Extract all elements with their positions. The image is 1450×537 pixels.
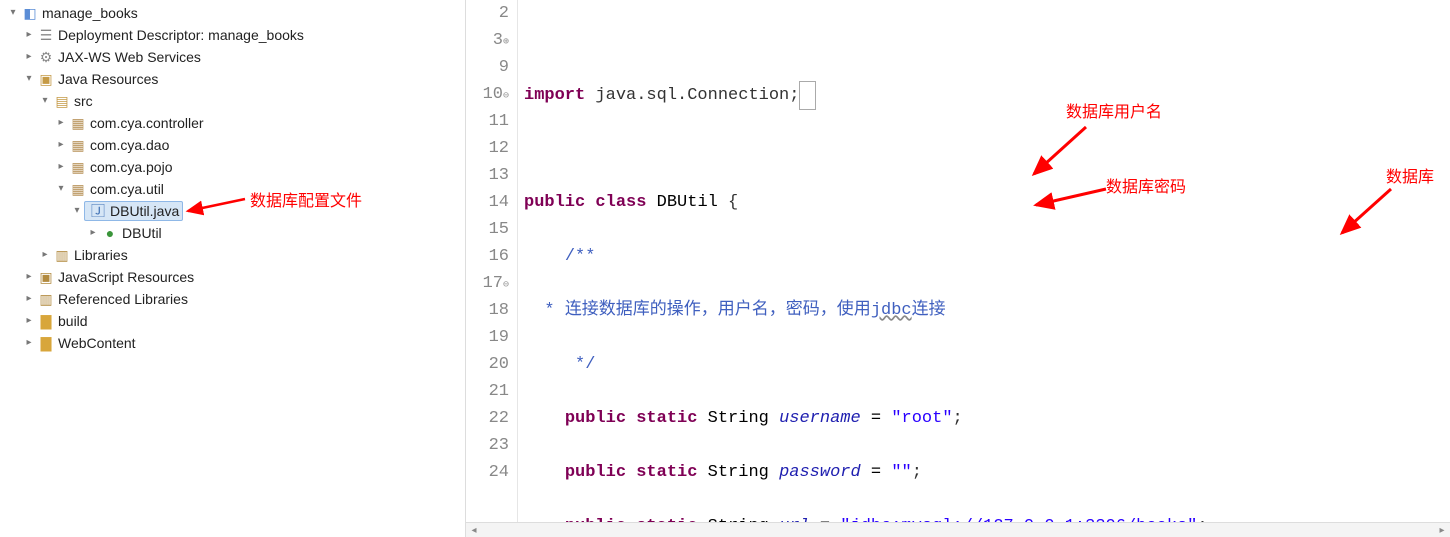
tree-label: src xyxy=(74,90,93,112)
line-number: 9 xyxy=(466,54,509,81)
chevron-right-icon[interactable]: ▸ xyxy=(22,288,36,310)
java-file-icon: 🄹 xyxy=(90,203,106,219)
chevron-down-icon[interactable]: ▾ xyxy=(54,178,68,200)
arrow-icon xyxy=(1336,185,1396,240)
tree-label: WebContent xyxy=(58,332,136,354)
chevron-right-icon[interactable]: ▸ xyxy=(22,310,36,332)
chevron-down-icon[interactable]: ▾ xyxy=(22,68,36,90)
tree-label: Deployment Descriptor: manage_books xyxy=(58,24,304,46)
tree-node-project[interactable]: ▾ ◧ manage_books xyxy=(4,2,465,24)
annotation-db-name: 数据库 xyxy=(1386,165,1434,192)
tree-node-webcontent[interactable]: ▸ ▇ WebContent xyxy=(4,332,465,354)
tree-label: com.cya.util xyxy=(90,178,164,200)
line-number: 22 xyxy=(466,405,509,432)
chevron-right-icon[interactable]: ▸ xyxy=(86,222,100,244)
line-number: 3⊕ xyxy=(466,27,509,54)
line-number: 16 xyxy=(466,243,509,270)
folder-icon: ▇ xyxy=(38,335,54,351)
tree-node-pkg-dao[interactable]: ▸ ▦ com.cya.dao xyxy=(4,134,465,156)
chevron-right-icon[interactable]: ▸ xyxy=(22,24,36,46)
descriptor-icon: ☰ xyxy=(38,27,54,43)
tree-node-deployment-descriptor[interactable]: ▸ ☰ Deployment Descriptor: manage_books xyxy=(4,24,465,46)
chevron-right-icon[interactable]: ▸ xyxy=(54,156,68,178)
scroll-left-icon[interactable]: ◂ xyxy=(466,523,482,537)
chevron-right-icon[interactable]: ▸ xyxy=(22,266,36,288)
line-number: 13 xyxy=(466,162,509,189)
tree-label: DBUtil xyxy=(122,222,162,244)
chevron-right-icon[interactable]: ▸ xyxy=(38,244,52,266)
tree-node-referenced-libraries[interactable]: ▸ ▥ Referenced Libraries xyxy=(4,288,465,310)
folder-icon: ▇ xyxy=(38,313,54,329)
library-icon: ▥ xyxy=(54,247,70,263)
line-number-gutter: 2 3⊕ 9 10⊖ 11 12 13 14 15 16 17⊖ 18 19 2… xyxy=(466,0,518,522)
package-icon: ▦ xyxy=(70,159,86,175)
tree-label: com.cya.dao xyxy=(90,134,169,156)
tree-label: DBUtil.java xyxy=(110,200,179,222)
tree-label: com.cya.controller xyxy=(90,112,204,134)
line-number: 11 xyxy=(466,108,509,135)
line-number: 14 xyxy=(466,189,509,216)
java-resources-icon: ▣ xyxy=(38,71,54,87)
project-explorer: ▾ ◧ manage_books ▸ ☰ Deployment Descript… xyxy=(0,0,465,537)
chevron-right-icon[interactable]: ▸ xyxy=(54,134,68,156)
chevron-right-icon[interactable]: ▸ xyxy=(54,112,68,134)
chevron-down-icon[interactable]: ▾ xyxy=(70,200,84,222)
line-number: 10⊖ xyxy=(466,81,509,108)
line-number: 15 xyxy=(466,216,509,243)
tree-node-pkg-pojo[interactable]: ▸ ▦ com.cya.pojo xyxy=(4,156,465,178)
line-number: 23 xyxy=(466,432,509,459)
line-number: 21 xyxy=(466,378,509,405)
line-number: 18 xyxy=(466,297,509,324)
class-icon: ● xyxy=(102,225,118,241)
tree-label: build xyxy=(58,310,88,332)
scroll-right-icon[interactable]: ▸ xyxy=(1434,523,1450,537)
package-icon: ▦ xyxy=(70,115,86,131)
tree-label: Referenced Libraries xyxy=(58,288,188,310)
line-number: 20 xyxy=(466,351,509,378)
code-editor: 2 3⊕ 9 10⊖ 11 12 13 14 15 16 17⊖ 18 19 2… xyxy=(465,0,1450,537)
chevron-down-icon[interactable]: ▾ xyxy=(6,2,20,24)
line-number: 19 xyxy=(466,324,509,351)
folded-region-icon[interactable] xyxy=(799,81,815,110)
tree-node-pkg-controller[interactable]: ▸ ▦ com.cya.controller xyxy=(4,112,465,134)
tree-label: Libraries xyxy=(74,244,128,266)
tree-node-js-resources[interactable]: ▸ ▣ JavaScript Resources xyxy=(4,266,465,288)
line-number: 2 xyxy=(466,0,509,27)
line-number: 24 xyxy=(466,459,509,486)
referenced-libs-icon: ▥ xyxy=(38,291,54,307)
line-number: 12 xyxy=(466,135,509,162)
project-icon: ◧ xyxy=(22,5,38,21)
chevron-right-icon[interactable]: ▸ xyxy=(22,46,36,68)
package-icon: ▦ xyxy=(70,137,86,153)
tree-node-pkg-util[interactable]: ▾ ▦ com.cya.util xyxy=(4,178,465,200)
tree-label: Java Resources xyxy=(58,68,158,90)
tree-node-file-dbutil[interactable]: ▾ 🄹 DBUtil.java xyxy=(4,200,465,222)
js-resources-icon: ▣ xyxy=(38,269,54,285)
chevron-right-icon[interactable]: ▸ xyxy=(22,332,36,354)
source-folder-icon: ▤ xyxy=(54,93,70,109)
tree-label: com.cya.pojo xyxy=(90,156,172,178)
package-icon: ▦ xyxy=(70,181,86,197)
code-area[interactable]: import java.sql.Connection; public class… xyxy=(518,0,1208,522)
chevron-down-icon[interactable]: ▾ xyxy=(38,90,52,112)
webservice-icon: ⚙ xyxy=(38,49,54,65)
tree-node-libraries[interactable]: ▸ ▥ Libraries xyxy=(4,244,465,266)
tree-label: manage_books xyxy=(42,2,138,24)
tree-label: JAX-WS Web Services xyxy=(58,46,201,68)
tree-node-class-dbutil[interactable]: ▸ ● DBUtil xyxy=(4,222,465,244)
tree-node-src[interactable]: ▾ ▤ src xyxy=(4,90,465,112)
tree-label: JavaScript Resources xyxy=(58,266,194,288)
line-number: 17⊖ xyxy=(466,270,509,297)
horizontal-scrollbar[interactable]: ◂ ▸ xyxy=(466,522,1450,537)
tree-node-java-resources[interactable]: ▾ ▣ Java Resources xyxy=(4,68,465,90)
tree-node-jaxws[interactable]: ▸ ⚙ JAX-WS Web Services xyxy=(4,46,465,68)
tree-node-build[interactable]: ▸ ▇ build xyxy=(4,310,465,332)
